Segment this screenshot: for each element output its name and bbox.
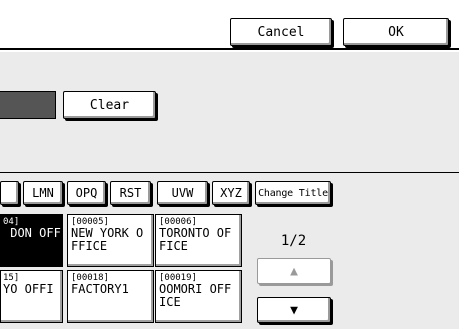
page-down-button[interactable]: ▼ <box>257 297 331 323</box>
destination-entry[interactable]: [00006] TORONTO OF FICE <box>155 214 242 267</box>
tab-lmn[interactable]: LMN <box>23 181 63 205</box>
entry-name: FACTORY1 <box>71 282 129 296</box>
destination-entry[interactable]: 04] DON OFF <box>0 214 63 267</box>
tab-rst[interactable]: RST <box>110 181 151 205</box>
cancel-button[interactable]: Cancel <box>230 18 332 46</box>
selected-destination-field[interactable] <box>0 91 56 119</box>
page-indicator: 1/2 <box>280 233 307 249</box>
destination-entry[interactable]: [00005] NEW YORK O FFICE <box>67 214 154 267</box>
entry-name: YO OFFI <box>3 282 54 296</box>
tab-opq[interactable]: OPQ <box>67 181 106 205</box>
destination-entry[interactable]: [00018] FACTORY1 <box>67 270 154 323</box>
entry-name: TORONTO OF FICE <box>159 226 232 253</box>
page-up-button[interactable]: ▲ <box>257 258 331 284</box>
entry-name: OOMORI OFF ICE <box>159 282 232 309</box>
divider <box>0 172 459 173</box>
triangle-down-icon: ▼ <box>290 302 298 318</box>
triangle-up-icon: ▲ <box>290 263 298 279</box>
destination-entry[interactable]: [00019] OOMORI OFF ICE <box>155 270 242 323</box>
ok-button[interactable]: OK <box>343 18 449 46</box>
tab-index-partial[interactable] <box>0 181 19 205</box>
destination-entry[interactable]: 15] YO OFFI <box>0 270 63 323</box>
tab-xyz[interactable]: XYZ <box>212 181 250 205</box>
change-title-button[interactable]: Change Title <box>255 181 331 205</box>
entry-name: NEW YORK O FFICE <box>71 226 144 253</box>
tab-uvw[interactable]: UVW <box>157 181 208 205</box>
entry-name: DON OFF <box>3 226 61 240</box>
clear-button[interactable]: Clear <box>63 91 156 119</box>
